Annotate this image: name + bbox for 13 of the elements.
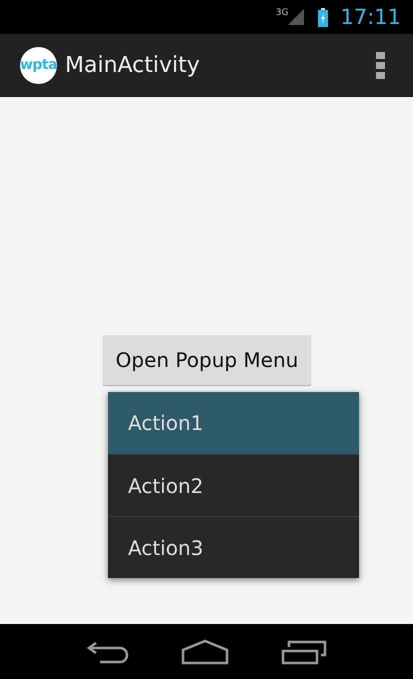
menu-item[interactable]: Action1 <box>108 392 359 454</box>
app-title: MainActivity <box>65 52 201 78</box>
signal-icon <box>288 9 304 25</box>
app-logo: wpta <box>20 46 57 84</box>
overflow-menu-icon[interactable] <box>376 52 385 78</box>
open-popup-button[interactable]: Open Popup Menu <box>103 335 311 385</box>
battery-icon <box>318 8 328 26</box>
home-icon[interactable] <box>181 638 230 664</box>
menu-item[interactable]: Action3 <box>108 516 359 578</box>
network-type: 3G <box>276 8 288 18</box>
clock-time: 17:11 <box>340 5 401 29</box>
menu-item[interactable]: Action2 <box>108 454 359 516</box>
recent-apps-icon[interactable] <box>281 638 328 664</box>
